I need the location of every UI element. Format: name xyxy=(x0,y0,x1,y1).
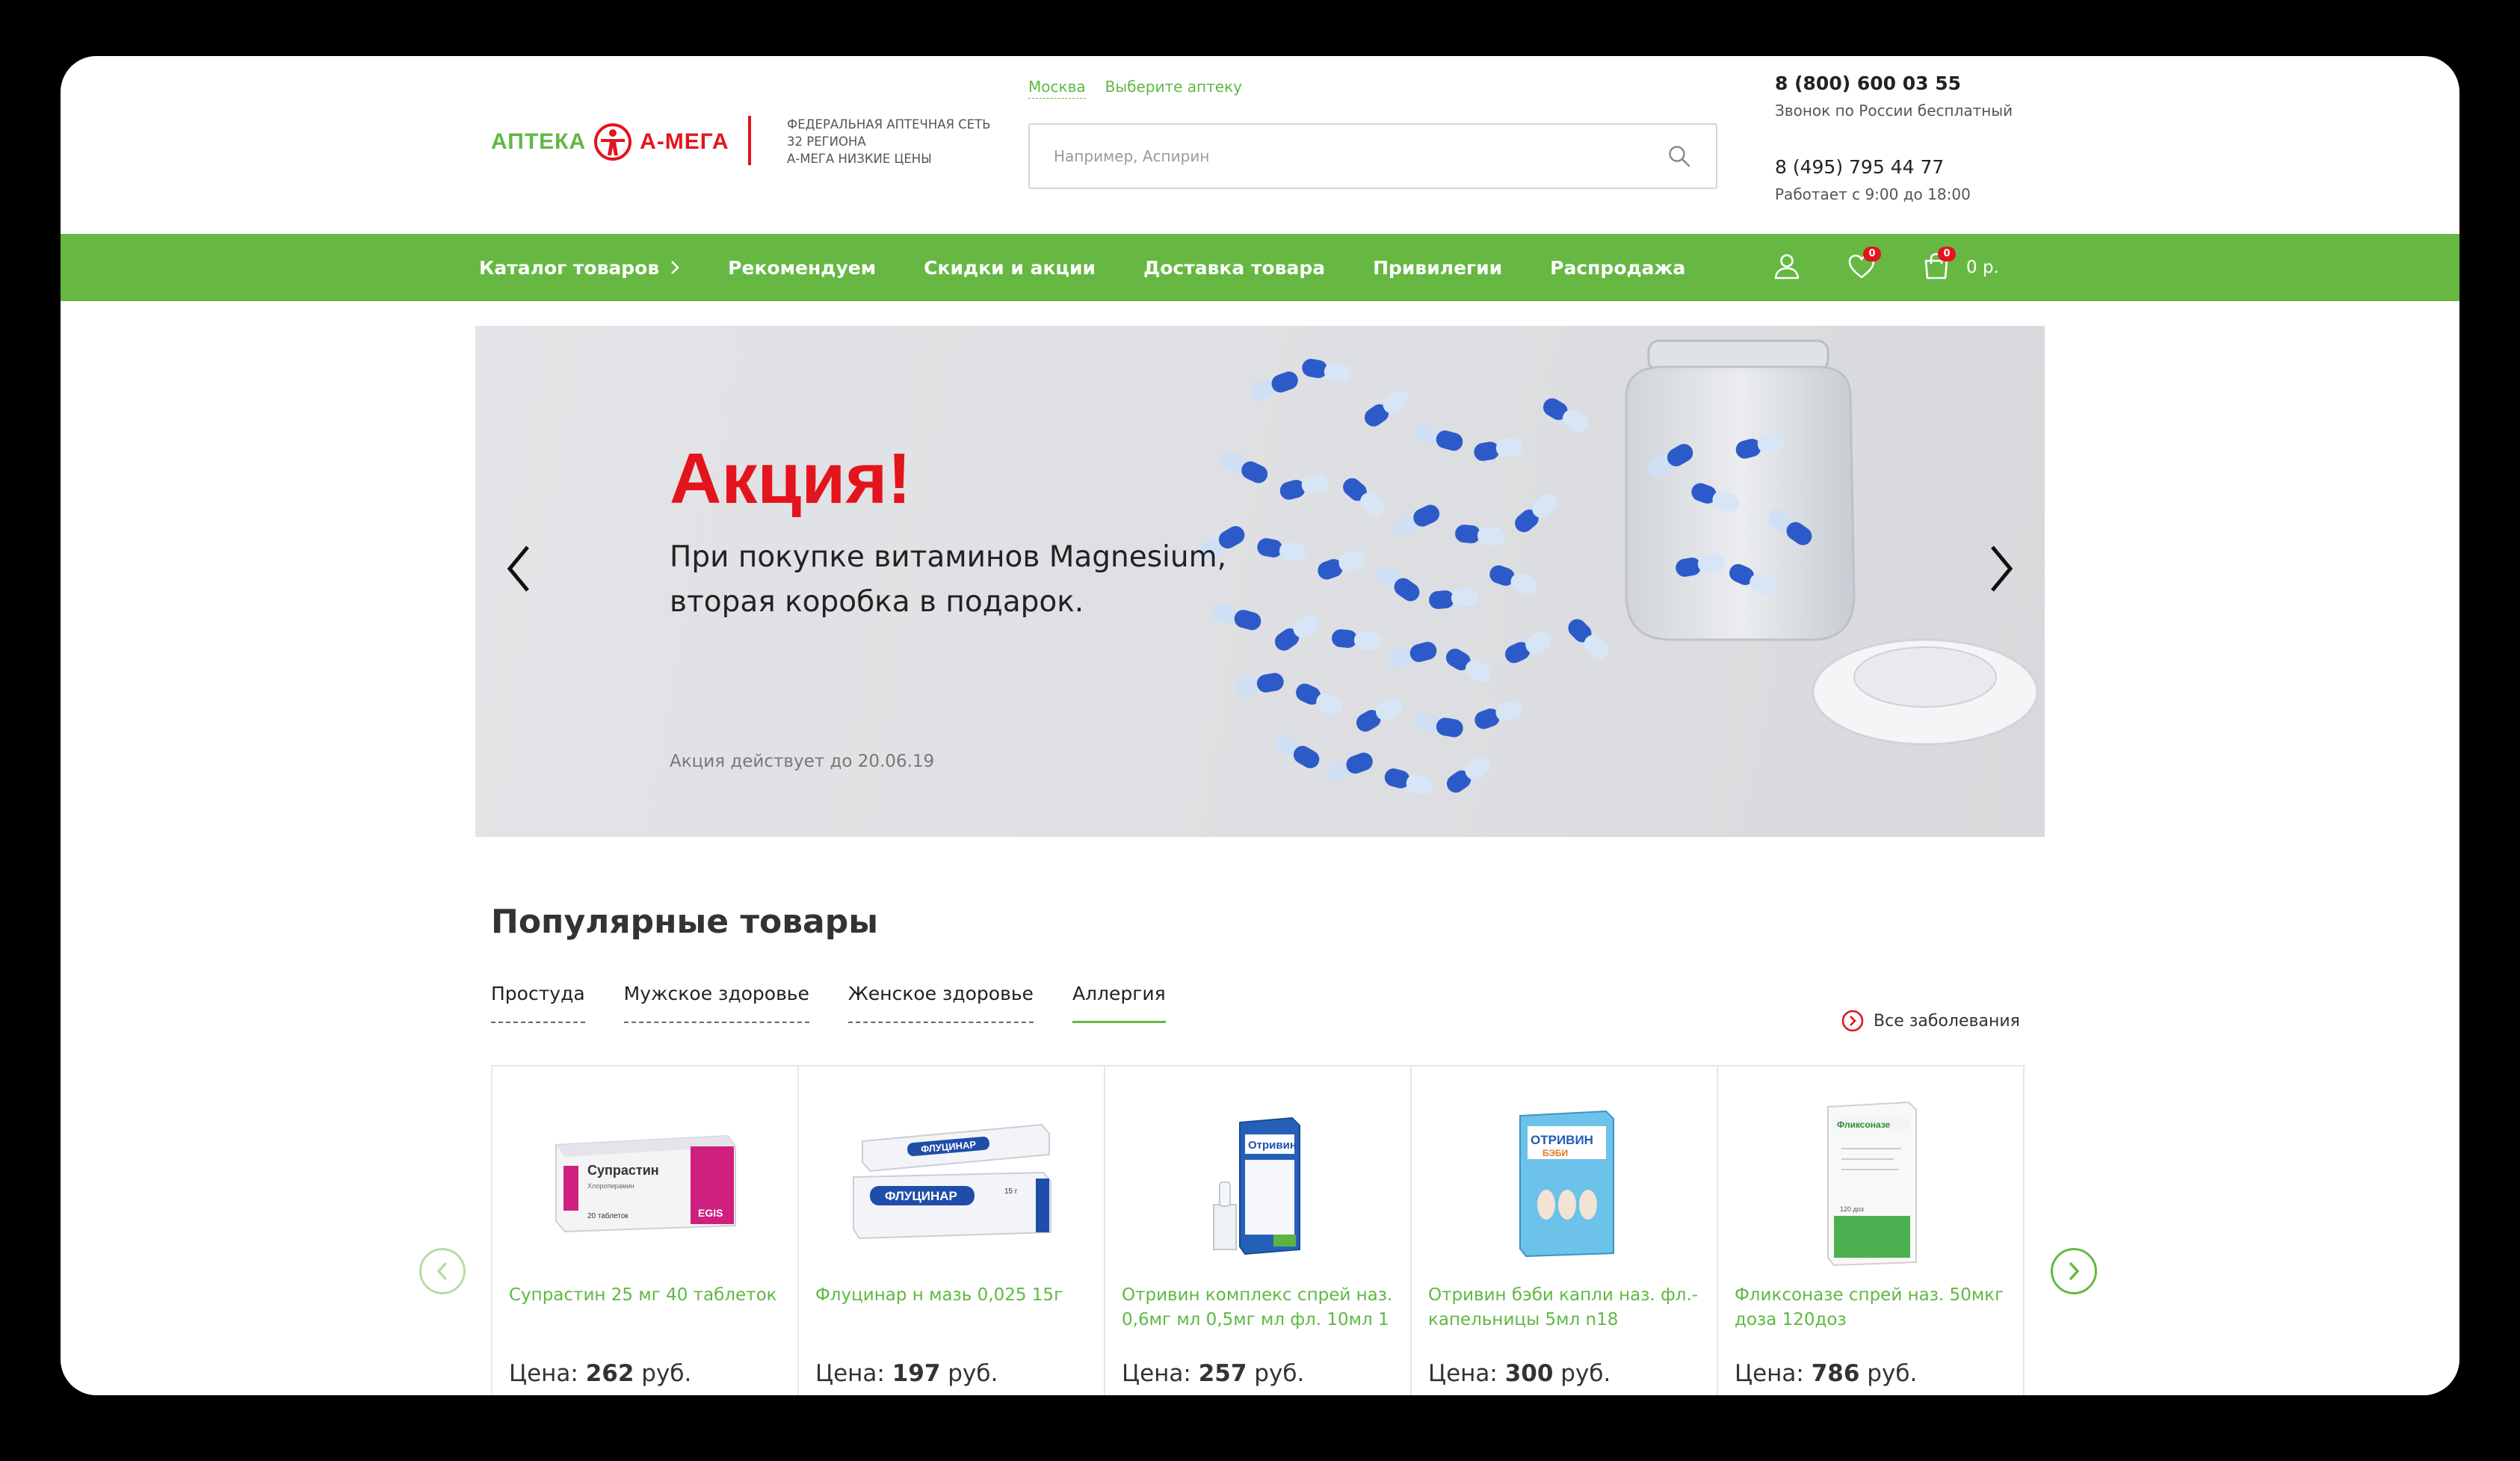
product-card[interactable]: Супрастин Хлоропирамин 20 таблеток EGIS … xyxy=(492,1066,799,1395)
product-name[interactable]: Супрастин 25 мг 40 таблеток xyxy=(509,1283,785,1308)
choose-pharmacy-link[interactable]: Выберите аптеку xyxy=(1105,75,1242,99)
product-price: Цена: 197 руб. xyxy=(815,1360,998,1387)
package-label: Хлоропирамин xyxy=(587,1182,634,1190)
banner-prev-icon[interactable] xyxy=(504,543,534,595)
package-label: Супрастин xyxy=(587,1163,659,1178)
banner-text-line: вторая коробка в подарок. xyxy=(670,585,1084,619)
product-price-value: 300 xyxy=(1504,1360,1554,1387)
package-label: Фликсоназе xyxy=(1837,1119,1891,1130)
category-tabs: Простуда Мужское здоровье Женское здоров… xyxy=(491,983,1205,1023)
product-image: Супрастин Хлоропирамин 20 таблеток EGIS xyxy=(507,1096,784,1268)
nav-item-label: Каталог товаров xyxy=(479,256,660,279)
product-price-value: 786 xyxy=(1811,1360,1860,1387)
working-hours: Работает с 9:00 до 18:00 xyxy=(1775,185,1971,203)
product-name[interactable]: Фликсоназе спрей наз. 50мкг доза 120доз xyxy=(1735,1283,2011,1332)
tab-womens-health[interactable]: Женское здоровье xyxy=(847,983,1034,1023)
product-price-value: 262 xyxy=(585,1360,634,1387)
phone-free-note: Звонок по России бесплатный xyxy=(1775,102,2013,120)
favorites-count-badge: 0 xyxy=(1863,247,1881,262)
nav-icons: 0 0 0 р. xyxy=(1772,234,1999,301)
section-title: Популярные товары xyxy=(491,903,879,941)
account-button[interactable] xyxy=(1772,251,1805,284)
tab-cold[interactable]: Простуда xyxy=(491,983,585,1023)
chevron-right-icon xyxy=(2069,1261,2080,1281)
product-name[interactable]: Флуцинар н мазь 0,025 15г xyxy=(815,1283,1092,1308)
tagline-line: 32 РЕГИОНА xyxy=(787,135,866,149)
product-list: Супрастин Хлоропирамин 20 таблеток EGIS … xyxy=(491,1065,2026,1395)
cart-count-badge: 0 xyxy=(1938,247,1956,262)
logo-text-right: А-МЕГА xyxy=(640,129,729,154)
product-price: Цена: 300 руб. xyxy=(1428,1360,1611,1387)
tagline-line: ФЕДЕРАЛЬНАЯ АПТЕЧНАЯ СЕТЬ xyxy=(787,117,991,132)
nav-item-privileges[interactable]: Привилегии xyxy=(1373,257,1502,279)
banner-text: При покупке витаминов Magnesium, вторая … xyxy=(670,535,1238,625)
logo-text-left: АПТЕКА xyxy=(491,129,587,154)
tagline-line: А-МЕГА НИЗКИЕ ЦЕНЫ xyxy=(787,152,932,166)
city-link[interactable]: Москва xyxy=(1028,75,1086,99)
product-card[interactable]: ФЛУЦИНАР ФЛУЦИНАР 15 г Флуцинар н мазь 0… xyxy=(799,1066,1105,1395)
promo-banner[interactable]: Акция! При покупке витаминов Magnesium, … xyxy=(475,326,2045,837)
product-image: Отривин xyxy=(1120,1096,1397,1268)
product-price: Цена: 262 руб. xyxy=(509,1360,692,1387)
location-row: Москва Выберите аптеку xyxy=(1028,75,1242,99)
contacts: 8 (800) 600 03 55 Звонок по России беспл… xyxy=(1775,70,2074,207)
search-input[interactable] xyxy=(1054,147,1667,165)
product-card[interactable]: ОТРИВИН БЭБИ Отривин бэби капли наз. фл.… xyxy=(1412,1066,1718,1395)
cart-button[interactable]: 0 xyxy=(1921,247,1956,284)
phone-moscow[interactable]: 8 (495) 795 44 77 xyxy=(1775,153,2074,182)
package-label: EGIS xyxy=(698,1207,723,1219)
logo-emblem-icon xyxy=(594,123,632,161)
logo[interactable]: АПТЕКА А-МЕГА xyxy=(491,116,729,168)
tab-mens-health[interactable]: Мужское здоровье xyxy=(623,983,809,1023)
product-name[interactable]: Отривин бэби капли наз. фл.-капельницы 5… xyxy=(1428,1283,1705,1332)
products-prev-button[interactable] xyxy=(419,1248,466,1294)
package-label: ОТРИВИН xyxy=(1531,1133,1593,1147)
package-label: 20 таблеток xyxy=(587,1211,629,1220)
nav-item-sale[interactable]: Распродажа xyxy=(1550,257,1685,279)
package-label: ФЛУЦИНАР xyxy=(885,1189,957,1203)
nav-item-discounts[interactable]: Скидки и акции xyxy=(924,257,1096,279)
nav-item-delivery[interactable]: Доставка товара xyxy=(1143,257,1325,279)
package-label: 120 доз xyxy=(1840,1205,1864,1213)
tab-allergy[interactable]: Аллергия xyxy=(1072,983,1166,1023)
products-next-button[interactable] xyxy=(2051,1248,2097,1294)
product-image: ФЛУЦИНАР ФЛУЦИНАР 15 г xyxy=(814,1096,1090,1268)
product-card[interactable]: Фликсоназе 120 доз Фликсоназе спрей наз.… xyxy=(1718,1066,2025,1395)
logo-divider xyxy=(748,116,751,165)
product-card[interactable]: Отривин Отривин комплекс спрей наз. 0,6м… xyxy=(1105,1066,1412,1395)
nav-item-recommend[interactable]: Рекомендуем xyxy=(728,257,876,279)
product-price-value: 197 xyxy=(892,1360,941,1387)
chevron-right-icon xyxy=(671,261,680,274)
banner-text-line: При покупке витаминов Magnesium, xyxy=(670,540,1226,574)
product-name[interactable]: Отривин комплекс спрей наз. 0,6мг мл 0,5… xyxy=(1122,1283,1398,1332)
product-price: Цена: 786 руб. xyxy=(1735,1360,1918,1387)
search-box xyxy=(1028,123,1717,189)
browser-window: АПТЕКА А-МЕГА ФЕДЕРАЛЬНАЯ АПТЕЧНАЯ СЕТЬ … xyxy=(61,56,2459,1395)
banner-note: Акция действует до 20.06.19 xyxy=(670,752,935,771)
product-price-value: 257 xyxy=(1198,1360,1247,1387)
package-label: 15 г xyxy=(1004,1187,1018,1196)
main-nav: Каталог товаров Рекомендуем Скидки и акц… xyxy=(61,234,2459,301)
search-icon[interactable] xyxy=(1667,143,1692,169)
package-label: Отривин xyxy=(1248,1139,1297,1152)
phone-free[interactable]: 8 (800) 600 03 55 xyxy=(1775,70,2074,98)
package-label: БЭБИ xyxy=(1542,1148,1568,1158)
nav-item-catalog[interactable]: Каталог товаров xyxy=(479,257,680,279)
cart-sum[interactable]: 0 р. xyxy=(1966,258,1999,277)
chevron-circle-right-icon xyxy=(1841,1010,1864,1032)
user-icon xyxy=(1774,254,1800,279)
product-image: ОТРИВИН БЭБИ xyxy=(1427,1096,1703,1268)
banner-next-icon[interactable] xyxy=(1986,543,2016,595)
favorites-button[interactable]: 0 xyxy=(1847,247,1881,284)
capsules-image xyxy=(1199,339,2039,795)
product-price: Цена: 257 руб. xyxy=(1122,1360,1305,1387)
all-diseases-label: Все заболевания xyxy=(1874,1011,2020,1031)
nav-menu: Каталог товаров Рекомендуем Скидки и акц… xyxy=(479,234,1733,301)
brand-tagline: ФЕДЕРАЛЬНАЯ АПТЕЧНАЯ СЕТЬ 32 РЕГИОНА А-М… xyxy=(787,116,1011,167)
chevron-left-icon xyxy=(436,1261,448,1281)
banner-title: Акция! xyxy=(670,439,912,519)
all-diseases-link[interactable]: Все заболевания xyxy=(1841,1009,2020,1033)
product-image: Фликсоназе 120 доз xyxy=(1733,1096,2010,1268)
